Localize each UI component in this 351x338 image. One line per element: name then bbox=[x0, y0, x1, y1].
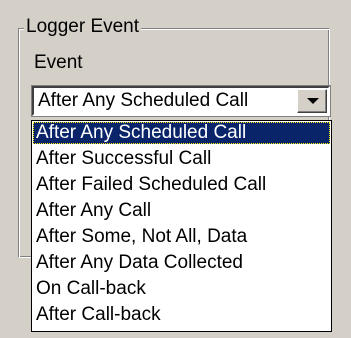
list-item-on-call-back[interactable]: On Call-back bbox=[33, 278, 330, 300]
list-item-after-failed-scheduled-call[interactable]: After Failed Scheduled Call bbox=[33, 174, 330, 196]
logger-event-group-title: Logger Event bbox=[24, 16, 142, 38]
list-item-after-any-call[interactable]: After Any Call bbox=[33, 200, 330, 222]
list-item-after-any-scheduled-call[interactable]: After Any Scheduled Call bbox=[33, 122, 330, 144]
list-item-after-call-back[interactable]: After Call-back bbox=[33, 304, 330, 326]
event-combobox-value: After Any Scheduled Call bbox=[38, 90, 249, 111]
dropdown-button[interactable] bbox=[297, 89, 327, 113]
chevron-down-icon bbox=[307, 98, 319, 104]
event-label: Event bbox=[34, 52, 83, 73]
list-item-after-some-not-all-data[interactable]: After Some, Not All, Data bbox=[33, 226, 330, 248]
list-item-after-any-data-collected[interactable]: After Any Data Collected bbox=[33, 252, 330, 274]
list-item-after-successful-call[interactable]: After Successful Call bbox=[33, 148, 330, 170]
event-combobox[interactable]: After Any Scheduled Call bbox=[31, 85, 331, 117]
event-dropdown-list[interactable]: After Any Scheduled Call After Successfu… bbox=[31, 120, 332, 332]
